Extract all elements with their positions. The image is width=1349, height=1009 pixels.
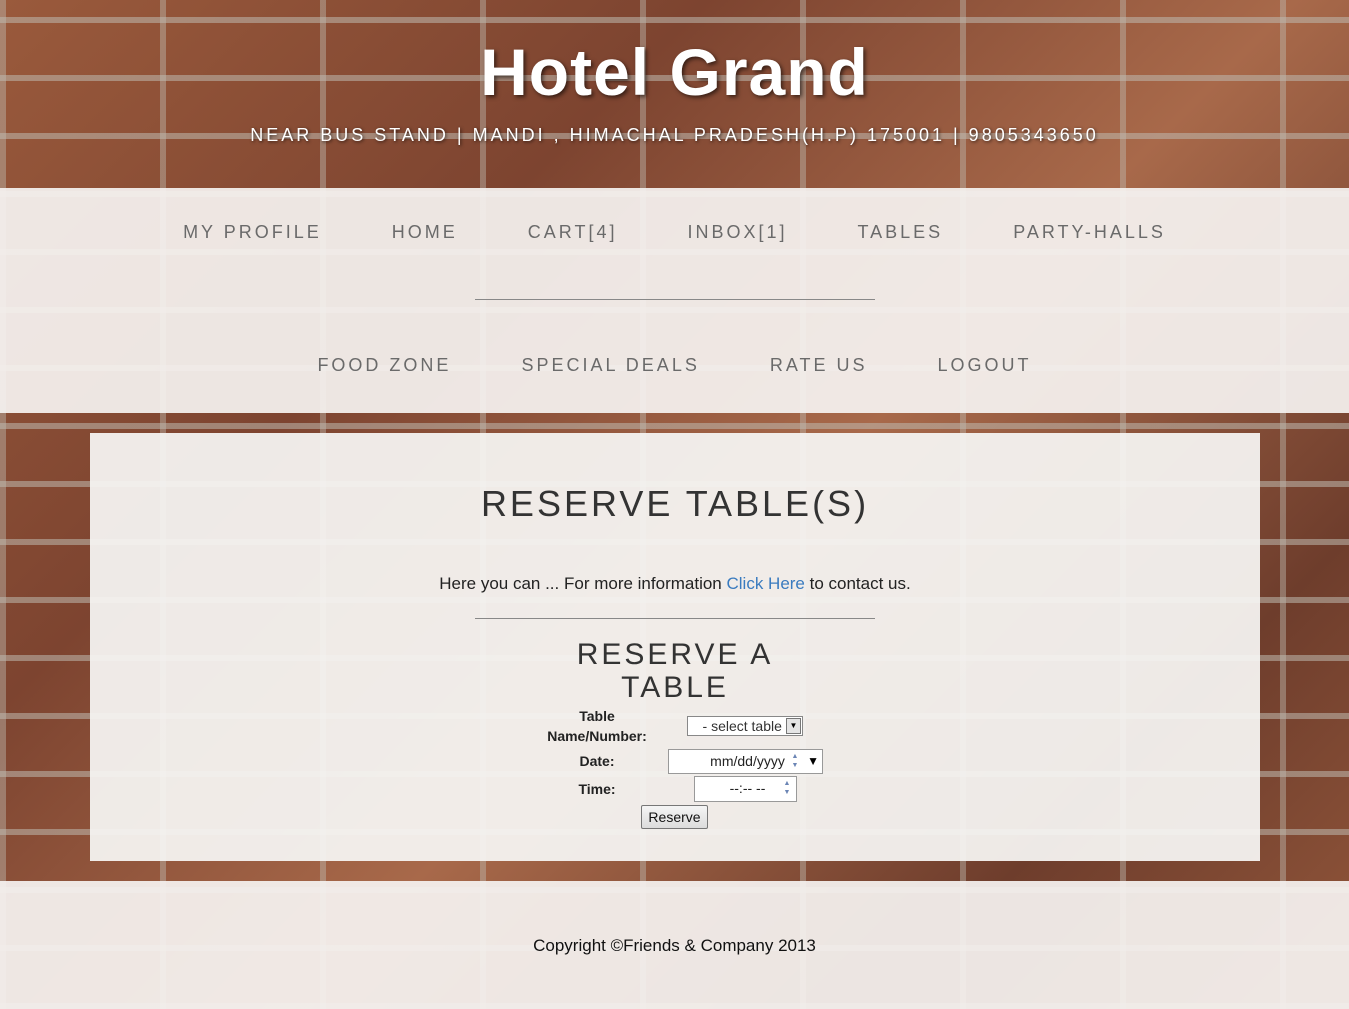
nav-item-logout[interactable]: LOGOUT	[938, 355, 1032, 376]
date-placeholder: mm/dd/yyyy	[710, 753, 785, 769]
reservation-panel: RESERVE TABLE(S) Here you can ... For mo…	[90, 433, 1260, 861]
date-label: Date:	[579, 753, 615, 769]
date-spinner-icon[interactable]: ▲ ▼	[789, 752, 801, 770]
time-label: Time:	[578, 781, 616, 797]
main-navigation: MY PROFILE HOME CART[4] INBOX[1] TABLES …	[0, 188, 1349, 413]
table-select-value: - select table -	[702, 718, 791, 734]
form-title: RESERVE A TABLE	[576, 638, 774, 704]
contact-link[interactable]: Click Here	[726, 574, 804, 593]
nav-item-special-deals[interactable]: SPECIAL DEALS	[521, 355, 699, 376]
time-input[interactable]: --:-- -- ▲ ▼	[694, 776, 797, 802]
copyright-text: Copyright ©Friends & Company 2013	[533, 936, 816, 955]
nav-item-inbox[interactable]: INBOX[1]	[687, 222, 787, 243]
site-address: NEAR BUS STAND | MANDI , HIMACHAL PRADES…	[250, 125, 1099, 145]
site-footer: Copyright ©Friends & Company 2013	[0, 881, 1349, 1009]
intro-text-after: to contact us.	[804, 574, 911, 593]
time-spinner-icon[interactable]: ▲ ▼	[781, 779, 793, 797]
intro-text: Here you can ... For more information Cl…	[90, 574, 1260, 594]
chevron-down-icon[interactable]: ▼	[786, 718, 801, 734]
table-select[interactable]: - select table - ▼	[687, 716, 803, 736]
site-title: Hotel Grand	[480, 35, 869, 109]
nav-divider	[475, 299, 875, 300]
calendar-dropdown-icon[interactable]: ▼	[807, 750, 819, 772]
nav-item-cart[interactable]: CART[4]	[528, 222, 618, 243]
nav-row-primary: MY PROFILE HOME CART[4] INBOX[1] TABLES …	[0, 222, 1349, 243]
nav-item-home[interactable]: HOME	[392, 222, 458, 243]
table-label: Table Name/Number:	[547, 708, 647, 744]
nav-item-party-halls[interactable]: PARTY-HALLS	[1013, 222, 1166, 243]
site-header: Hotel Grand NEAR BUS STAND | MANDI , HIM…	[0, 0, 1349, 188]
intro-text-before: Here you can ... For more information	[439, 574, 727, 593]
nav-row-secondary: FOOD ZONE SPECIAL DEALS RATE US LOGOUT	[0, 355, 1349, 376]
page-title: RESERVE TABLE(S)	[480, 483, 870, 524]
nav-item-rate-us[interactable]: RATE US	[770, 355, 868, 376]
date-input[interactable]: mm/dd/yyyy ▲ ▼ ▼	[668, 749, 823, 774]
nav-item-my-profile[interactable]: MY PROFILE	[183, 222, 322, 243]
nav-item-tables[interactable]: TABLES	[857, 222, 943, 243]
time-placeholder: --:-- --	[729, 780, 766, 796]
nav-item-food-zone[interactable]: FOOD ZONE	[317, 355, 451, 376]
content-divider	[475, 618, 875, 619]
reserve-button[interactable]: Reserve	[641, 805, 708, 829]
